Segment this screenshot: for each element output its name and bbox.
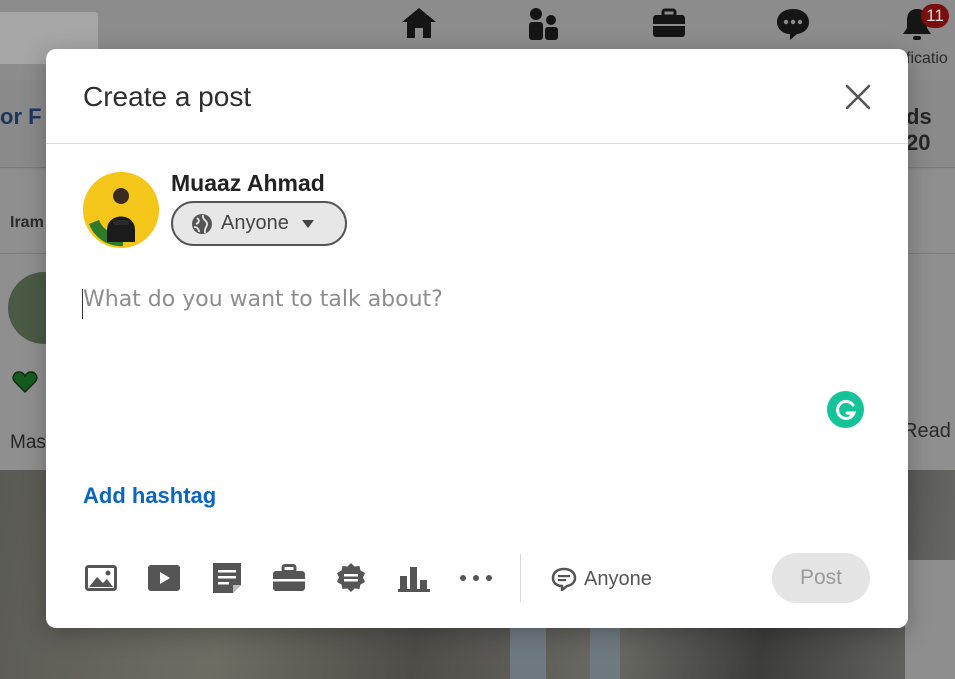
add-video-button[interactable] xyxy=(146,561,182,595)
author-avatar xyxy=(83,172,159,248)
comment-scope-label: Anyone xyxy=(584,567,652,590)
dialog-header: Create a post xyxy=(46,49,908,144)
more-options-button[interactable] xyxy=(458,561,494,595)
add-hashtag-link[interactable]: Add hashtag xyxy=(83,483,216,509)
poll-icon xyxy=(398,567,430,592)
text-caret xyxy=(82,289,83,319)
close-icon xyxy=(845,84,871,110)
celebrate-icon xyxy=(337,563,365,592)
toolbar-divider xyxy=(520,554,521,602)
feed-snippet: Mas xyxy=(10,432,46,453)
celebrate-button[interactable] xyxy=(333,561,369,595)
notifications-label: ficatio xyxy=(906,50,948,67)
add-document-button[interactable] xyxy=(209,561,245,595)
post-text-input[interactable] xyxy=(83,287,863,407)
close-button[interactable] xyxy=(838,77,878,117)
jobs-icon xyxy=(651,6,687,45)
messaging-icon xyxy=(775,6,811,47)
video-icon xyxy=(148,565,180,591)
author-name: Muaaz Ahmad xyxy=(171,170,325,196)
document-icon xyxy=(213,563,241,593)
grammarly-button[interactable] xyxy=(827,391,864,428)
post-button[interactable]: Post xyxy=(772,553,870,603)
audience-selector[interactable]: Anyone xyxy=(171,201,347,246)
audience-label: Anyone xyxy=(221,212,289,234)
read-more-text: Read xyxy=(903,420,951,442)
globe-icon xyxy=(192,213,212,234)
home-icon xyxy=(400,6,438,45)
comment-icon xyxy=(551,567,577,591)
right-panel xyxy=(905,560,955,679)
add-photo-button[interactable] xyxy=(83,561,119,595)
notification-badge: 11 xyxy=(921,4,949,28)
banner-left-text: or F xyxy=(0,104,42,129)
network-icon xyxy=(527,6,561,47)
caret-down-icon xyxy=(301,219,314,228)
comment-permission-selector[interactable]: Anyone xyxy=(551,565,652,593)
create-post-dialog: Create a post Muaaz Ahmad Anyone Add has… xyxy=(46,49,908,628)
feed-author: Iram xyxy=(10,214,44,231)
banner-right-text: ds 20 xyxy=(906,104,932,155)
share-job-button[interactable] xyxy=(271,561,307,595)
more-icon xyxy=(460,575,492,581)
job-icon xyxy=(273,564,305,591)
create-poll-button[interactable] xyxy=(396,561,432,595)
photo-icon xyxy=(85,565,117,591)
dialog-title: Create a post xyxy=(83,81,252,112)
grammarly-icon xyxy=(835,399,856,420)
